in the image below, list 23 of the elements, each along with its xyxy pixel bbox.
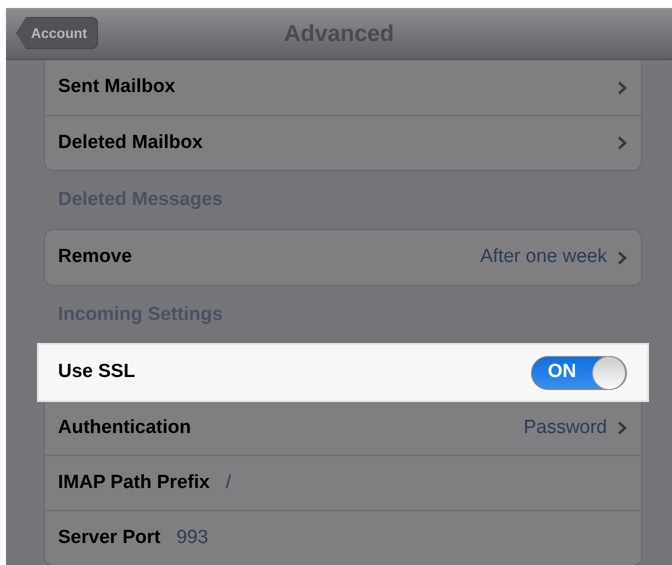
settings-row[interactable]: Deleted Mailbox	[45, 115, 641, 170]
row-value: 993	[176, 526, 208, 550]
row-label: Authentication	[58, 416, 191, 440]
row-label: Deleted Mailbox	[58, 130, 203, 155]
row-label: Use SSL	[58, 360, 136, 384]
chevron-icon	[617, 250, 627, 264]
row-value: Password	[524, 416, 607, 440]
row-value: After one week	[480, 245, 607, 270]
chevron-icon	[617, 136, 627, 150]
chevron-icon	[617, 421, 627, 435]
row-value: /	[226, 470, 231, 495]
row-label: Sent Mailbox	[58, 75, 176, 100]
settings-row[interactable]: Remove After one week	[45, 230, 641, 285]
settings-row[interactable]: IMAP Path Prefix /	[45, 455, 641, 510]
settings-row[interactable]: Authentication Password	[45, 400, 641, 455]
chevron-icon	[617, 80, 627, 94]
back-button[interactable]: Account	[16, 17, 98, 49]
row-label: Remove	[58, 245, 132, 270]
settings-row[interactable]: Sent Mailbox	[45, 60, 641, 115]
row-label: Server Port	[58, 526, 160, 550]
row-label: IMAP Path Prefix	[58, 470, 210, 495]
toggle-switch[interactable]: ON	[531, 356, 627, 390]
settings-row[interactable]: Server Port 993	[45, 510, 641, 565]
